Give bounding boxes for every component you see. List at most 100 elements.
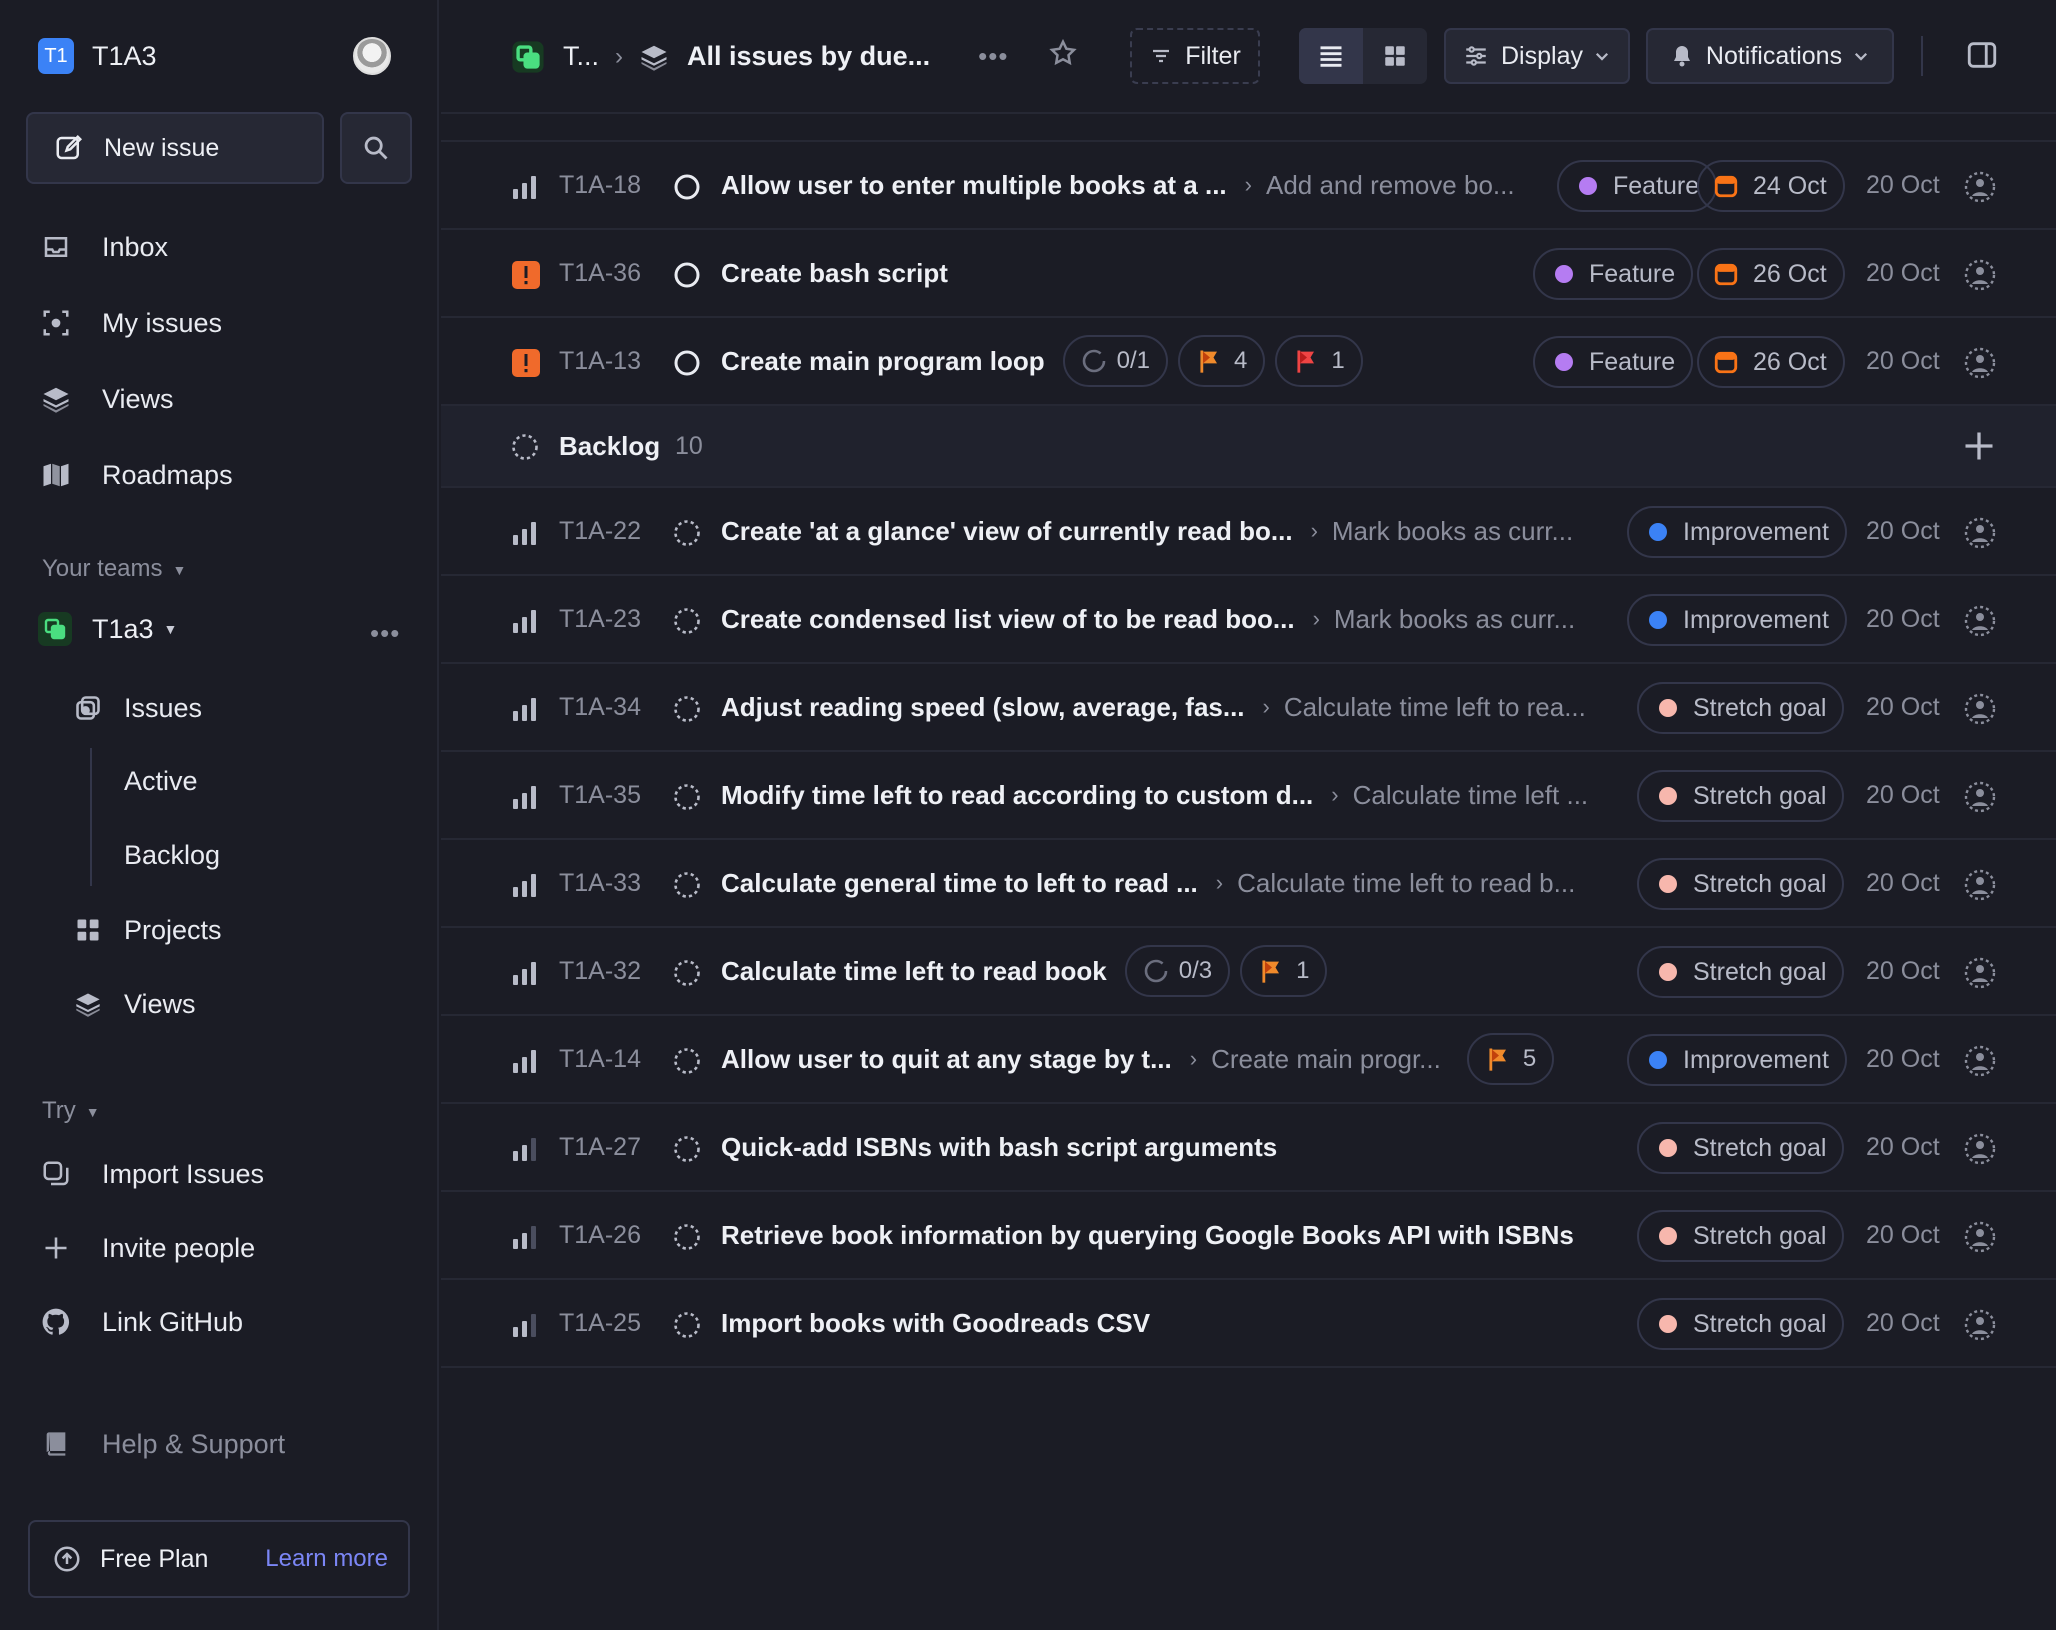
sidebar-item-views[interactable]: Views xyxy=(38,379,174,419)
label-chip[interactable]: Improvement xyxy=(1627,1034,1847,1086)
issue-row[interactable]: T1A-14 Allow user to quit at any stage by… xyxy=(441,1016,2056,1104)
parent-issue[interactable]: › Mark books as curr... xyxy=(1293,516,1574,547)
list-view-button[interactable] xyxy=(1299,28,1363,84)
issue-row[interactable]: T1A-25 Import books with Goodreads CSV Str… xyxy=(441,1280,2056,1368)
assignee-icon[interactable] xyxy=(1963,1132,1997,1166)
label-chip[interactable]: Stretch goal xyxy=(1637,770,1845,822)
urgent-priority-icon[interactable] xyxy=(511,260,541,290)
priority-bars-icon[interactable] xyxy=(511,694,541,724)
priority-bars-icon[interactable] xyxy=(511,1310,541,1340)
parent-issue[interactable]: › Calculate time left to rea... xyxy=(1245,692,1586,723)
issue-row[interactable]: T1A-36 Create bash script Feature 26 Oct 20 … xyxy=(441,230,2056,318)
assignee-icon[interactable] xyxy=(1963,780,1997,814)
parent-issue[interactable]: › Calculate time left to read b... xyxy=(1198,868,1576,899)
assignee-icon[interactable] xyxy=(1963,258,1997,292)
backlog-status-icon[interactable] xyxy=(673,1311,701,1339)
your-teams-header[interactable]: Your teams ▼ xyxy=(42,555,186,583)
flag-orange[interactable]: 4 xyxy=(1178,335,1266,387)
toggle-sidebar-panel-icon[interactable] xyxy=(1965,38,1999,77)
sidebar-item-team-views[interactable]: Views xyxy=(72,988,196,1020)
sidebar-item-backlog[interactable]: Backlog xyxy=(124,840,220,871)
issue-row[interactable]: T1A-32 Calculate time left to read book 0/… xyxy=(441,928,2056,1016)
assignee-icon[interactable] xyxy=(1963,1308,1997,1342)
breadcrumb-view[interactable]: All issues by due... xyxy=(687,41,930,72)
backlog-status-icon[interactable] xyxy=(673,695,701,723)
priority-bars-icon[interactable] xyxy=(511,782,541,812)
sidebar-item-active[interactable]: Active xyxy=(124,766,198,797)
assignee-icon[interactable] xyxy=(1963,346,1997,380)
parent-issue[interactable]: › Mark books as curr... xyxy=(1295,604,1576,635)
priority-bars-icon[interactable] xyxy=(511,870,541,900)
sidebar-item-roadmaps[interactable]: Roadmaps xyxy=(38,455,233,495)
assignee-icon[interactable] xyxy=(1963,604,1997,638)
issue-row[interactable]: T1A-35 Modify time left to read according… xyxy=(441,752,2056,840)
issue-row[interactable]: T1A-13 Create main program loop 0/1 4 1 Featu… xyxy=(441,318,2056,406)
sidebar-item-help[interactable]: Help & Support xyxy=(38,1424,285,1464)
label-chip[interactable]: Stretch goal xyxy=(1637,682,1845,734)
learn-more-link[interactable]: Learn more xyxy=(265,1545,388,1573)
sub-issues[interactable]: 0/1 xyxy=(1062,335,1168,387)
assignee-icon[interactable] xyxy=(1963,1220,1997,1254)
backlog-status-icon[interactable] xyxy=(673,871,701,899)
try-header[interactable]: Try ▼ xyxy=(42,1097,100,1125)
label-chip[interactable]: Feature xyxy=(1557,160,1718,212)
backlog-status-icon[interactable] xyxy=(673,1223,701,1251)
display-button[interactable]: Display xyxy=(1444,28,1630,84)
priority-bars-icon[interactable] xyxy=(511,1046,541,1076)
sidebar-item-inbox[interactable]: Inbox xyxy=(38,227,168,267)
priority-bars-icon[interactable] xyxy=(511,518,541,548)
label-chip[interactable]: Improvement xyxy=(1627,594,1847,646)
issue-row[interactable]: T1A-18 Allow user to enter multiple books… xyxy=(441,142,2056,230)
parent-issue[interactable]: › Calculate time left ... xyxy=(1313,780,1588,811)
label-chip[interactable]: Stretch goal xyxy=(1637,946,1845,998)
label-chip[interactable]: Improvement xyxy=(1627,506,1847,558)
label-chip[interactable]: Stretch goal xyxy=(1637,1122,1845,1174)
due-date-chip[interactable]: 26 Oct xyxy=(1697,336,1845,388)
backlog-status-icon[interactable] xyxy=(673,1047,701,1075)
group-header-backlog[interactable]: Backlog 10 xyxy=(441,406,2056,488)
label-chip[interactable]: Stretch goal xyxy=(1637,1298,1845,1350)
sidebar-item-projects[interactable]: Projects xyxy=(72,914,222,946)
assignee-icon[interactable] xyxy=(1963,692,1997,726)
backlog-status-icon[interactable] xyxy=(673,959,701,987)
label-chip[interactable]: Feature xyxy=(1533,336,1694,388)
sidebar-item-import[interactable]: Import Issues xyxy=(38,1154,264,1194)
backlog-status-icon[interactable] xyxy=(673,783,701,811)
workspace-switcher[interactable]: T1 T1A3 xyxy=(38,38,157,74)
priority-bars-icon[interactable] xyxy=(511,958,541,988)
due-date-chip[interactable]: 24 Oct xyxy=(1697,160,1845,212)
flag-orange[interactable]: 1 xyxy=(1240,945,1328,997)
team-more-icon[interactable]: ••• xyxy=(370,618,400,649)
issue-row[interactable]: T1A-34 Adjust reading speed (slow, averag… xyxy=(441,664,2056,752)
sidebar-item-invite[interactable]: Invite people xyxy=(38,1228,255,1268)
issue-row[interactable]: T1A-23 Create condensed list view of to b… xyxy=(441,576,2056,664)
issue-row[interactable]: T1A-33 Calculate general time to left to … xyxy=(441,840,2056,928)
priority-bars-icon[interactable] xyxy=(511,606,541,636)
breadcrumb-team[interactable]: T... xyxy=(563,41,599,72)
assignee-icon[interactable] xyxy=(1963,956,1997,990)
new-issue-button[interactable]: New issue xyxy=(26,112,324,184)
backlog-status-icon[interactable] xyxy=(673,607,701,635)
priority-bars-icon[interactable] xyxy=(511,1222,541,1252)
urgent-priority-icon[interactable] xyxy=(511,348,541,378)
sub-issues[interactable]: 0/3 xyxy=(1124,945,1231,997)
flag-orange[interactable]: 5 xyxy=(1466,1033,1555,1085)
board-view-button[interactable] xyxy=(1363,28,1427,84)
priority-bars-icon[interactable] xyxy=(511,1134,541,1164)
assignee-icon[interactable] xyxy=(1963,1044,1997,1078)
add-issue-icon[interactable] xyxy=(1961,428,1997,464)
issue-row[interactable]: T1A-27 Quick-add ISBNs with bash script a… xyxy=(441,1104,2056,1192)
parent-issue[interactable]: › Add and remove bo... xyxy=(1227,170,1515,201)
backlog-status-icon[interactable] xyxy=(673,1135,701,1163)
label-chip[interactable]: Stretch goal xyxy=(1637,1210,1845,1262)
sidebar-item-github[interactable]: Link GitHub xyxy=(38,1302,243,1342)
parent-issue[interactable]: › Create main progr... xyxy=(1172,1044,1441,1075)
priority-bars-icon[interactable] xyxy=(511,172,541,202)
more-options-icon[interactable]: ••• xyxy=(978,41,1008,72)
sidebar-item-my-issues[interactable]: My issues xyxy=(38,303,222,343)
assignee-icon[interactable] xyxy=(1963,516,1997,550)
issue-row[interactable]: T1A-22 Create 'at a glance' view of curre… xyxy=(441,488,2056,576)
filter-button[interactable]: Filter xyxy=(1130,28,1260,84)
search-button[interactable] xyxy=(340,112,412,184)
issue-row[interactable]: T1A-26 Retrieve book information by query… xyxy=(441,1192,2056,1280)
